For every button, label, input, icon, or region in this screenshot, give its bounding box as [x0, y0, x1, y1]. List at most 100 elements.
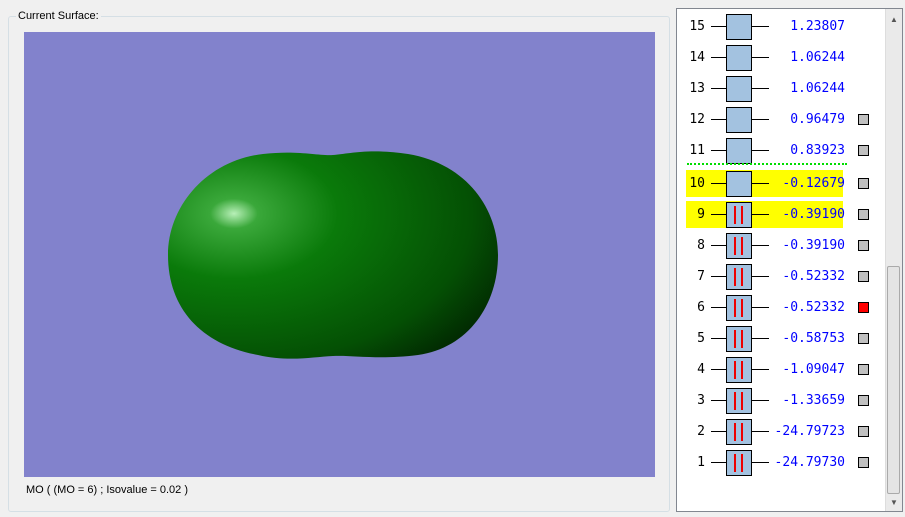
- orbital-box[interactable]: [726, 264, 752, 290]
- orbital-box[interactable]: [726, 450, 752, 476]
- mo-row-12[interactable]: 12 0.96479: [677, 104, 887, 135]
- mo-row-1[interactable]: 1 -24.79730: [677, 447, 887, 478]
- mo-row-9[interactable]: 9 -0.39190: [677, 199, 887, 230]
- surface-checkbox[interactable]: [858, 426, 869, 437]
- surface-checkbox[interactable]: [858, 209, 869, 220]
- surface-checkbox[interactable]: [858, 333, 869, 344]
- scroll-down-icon[interactable]: ▼: [890, 498, 898, 507]
- level-line: [711, 431, 726, 432]
- level-line: [752, 276, 769, 277]
- surface-checkbox[interactable]: [858, 395, 869, 406]
- mo-row-6[interactable]: 6 -0.52332: [677, 292, 887, 323]
- mo-energy: 0.83923: [790, 143, 845, 158]
- mo-number: 5: [697, 331, 705, 346]
- mo-energy: -24.79730: [774, 455, 845, 470]
- orbital-box[interactable]: [726, 45, 752, 71]
- orbital-box[interactable]: [726, 419, 752, 445]
- mo-energy: -0.39190: [782, 238, 845, 253]
- spin-down-arrow-icon: [741, 392, 743, 410]
- orbital-box[interactable]: [726, 233, 752, 259]
- mo-number: 3: [697, 393, 705, 408]
- level-line: [711, 245, 726, 246]
- mo-energy: -0.39190: [782, 207, 845, 222]
- mo-energy: 1.06244: [790, 81, 845, 96]
- mo-row-4[interactable]: 4 -1.09047: [677, 354, 887, 385]
- spin-up-arrow-icon: [734, 268, 736, 286]
- level-line: [711, 276, 726, 277]
- mo-row-15[interactable]: 15 1.23807: [677, 11, 887, 42]
- surface-checkbox[interactable]: [858, 114, 869, 125]
- scrollbar-thumb[interactable]: [887, 266, 900, 494]
- surface-checkbox[interactable]: [858, 145, 869, 156]
- mo-number: 11: [689, 143, 705, 158]
- mo-number: 8: [697, 238, 705, 253]
- mo-energy: 0.96479: [790, 112, 845, 127]
- mo-number: 2: [697, 424, 705, 439]
- level-line: [752, 119, 769, 120]
- mo-energy: -0.52332: [782, 269, 845, 284]
- mo-energy: 1.23807: [790, 19, 845, 34]
- surface-checkbox[interactable]: [858, 240, 869, 251]
- mo-row-11[interactable]: 11 0.83923: [677, 135, 887, 166]
- level-line: [711, 119, 726, 120]
- spin-up-arrow-icon: [734, 454, 736, 472]
- mo-number: 15: [689, 19, 705, 34]
- mo-row-8[interactable]: 8 -0.39190: [677, 230, 887, 261]
- orbital-box[interactable]: [726, 326, 752, 352]
- orbital-box[interactable]: [726, 295, 752, 321]
- mo-energy-list[interactable]: 15 1.23807 14 1.06244 13 1.06244 12 0.96479 11 0.…: [676, 8, 903, 512]
- spin-up-arrow-icon: [734, 330, 736, 348]
- mo-energy: -0.52332: [782, 300, 845, 315]
- mo-row-2[interactable]: 2 -24.79723: [677, 416, 887, 447]
- spin-up-arrow-icon: [734, 423, 736, 441]
- orbital-box[interactable]: [726, 357, 752, 383]
- level-line: [711, 150, 726, 151]
- orbital-box[interactable]: [726, 171, 752, 197]
- orbital-box[interactable]: [726, 138, 752, 164]
- level-line: [752, 462, 769, 463]
- mo-energy: -1.09047: [782, 362, 845, 377]
- mo-row-13[interactable]: 13 1.06244: [677, 73, 887, 104]
- mo-row-3[interactable]: 3 -1.33659: [677, 385, 887, 416]
- mo-energy: 1.06244: [790, 50, 845, 65]
- level-line: [711, 214, 726, 215]
- mo-number: 4: [697, 362, 705, 377]
- surface-checkbox[interactable]: [858, 271, 869, 282]
- surface-status: MO ( (MO = 6) ; Isovalue = 0.02 ): [26, 484, 188, 496]
- level-line: [752, 245, 769, 246]
- surface-checkbox[interactable]: [858, 302, 869, 313]
- mo-number: 6: [697, 300, 705, 315]
- level-line: [711, 183, 726, 184]
- orbital-box[interactable]: [726, 107, 752, 133]
- level-line: [752, 369, 769, 370]
- surface-checkbox[interactable]: [858, 364, 869, 375]
- mo-number: 12: [689, 112, 705, 127]
- surface-checkbox[interactable]: [858, 457, 869, 468]
- mo-energy: -0.12679: [782, 176, 845, 191]
- orbital-box[interactable]: [726, 388, 752, 414]
- orbital-box[interactable]: [726, 76, 752, 102]
- mo-number: 1: [697, 455, 705, 470]
- spin-up-arrow-icon: [734, 299, 736, 317]
- level-line: [711, 307, 726, 308]
- mo-number: 7: [697, 269, 705, 284]
- spin-down-arrow-icon: [741, 206, 743, 224]
- mo-row-5[interactable]: 5 -0.58753: [677, 323, 887, 354]
- scroll-up-icon[interactable]: ▲: [890, 15, 898, 24]
- spin-down-arrow-icon: [741, 330, 743, 348]
- level-line: [752, 338, 769, 339]
- mo-row-7[interactable]: 7 -0.52332: [677, 261, 887, 292]
- mo-row-10[interactable]: 10 -0.12679: [677, 168, 887, 199]
- mo-energy: -24.79723: [774, 424, 845, 439]
- mo-energy: -1.33659: [782, 393, 845, 408]
- mo-energy: -0.58753: [782, 331, 845, 346]
- mo-row-14[interactable]: 14 1.06244: [677, 42, 887, 73]
- surface-checkbox[interactable]: [858, 178, 869, 189]
- surface-viewport[interactable]: [24, 32, 655, 477]
- orbital-box[interactable]: [726, 202, 752, 228]
- spin-up-arrow-icon: [734, 206, 736, 224]
- scrollbar[interactable]: ▲ ▼: [885, 9, 902, 511]
- mo-number: 13: [689, 81, 705, 96]
- orbital-box[interactable]: [726, 14, 752, 40]
- current-surface-title: Current Surface:: [16, 10, 101, 22]
